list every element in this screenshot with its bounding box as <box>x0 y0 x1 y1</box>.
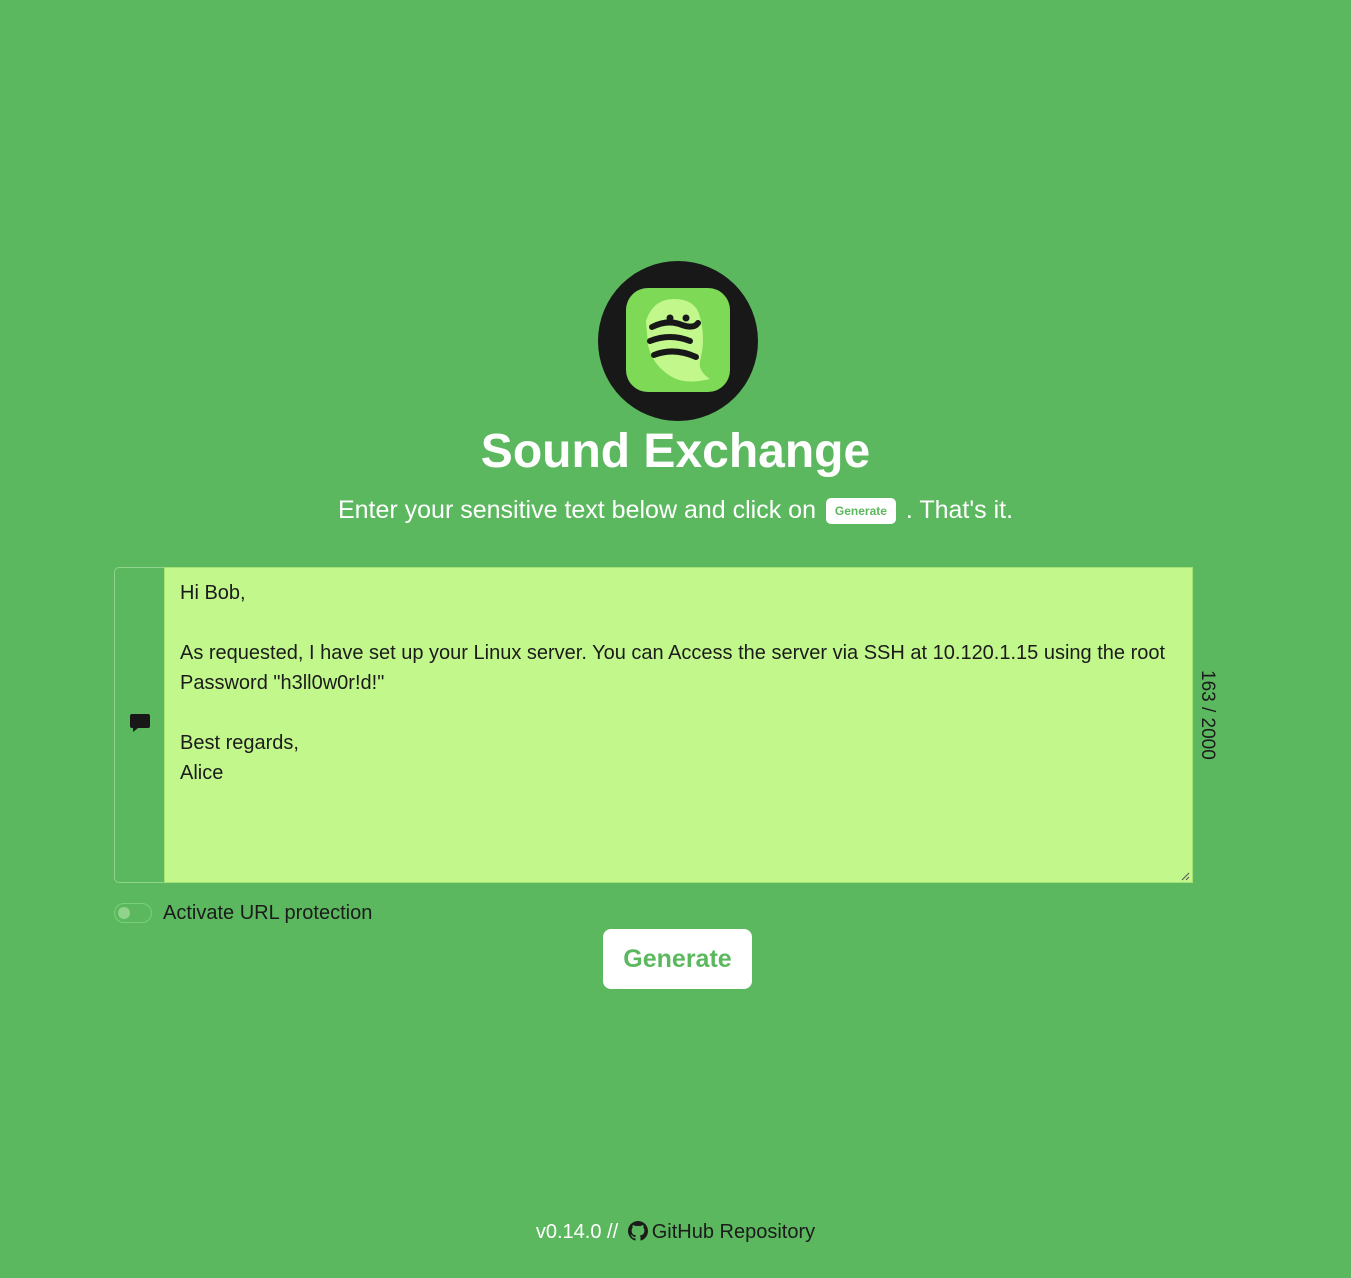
page-title: Sound Exchange <box>480 425 871 478</box>
subtitle-tail: . That's it. <box>905 496 1014 524</box>
snake-logo-icon <box>598 261 758 421</box>
url-protection-label[interactable]: Activate URL protection <box>163 899 372 927</box>
github-icon <box>627 1221 648 1249</box>
subtitle-text: Enter your sensitive text below and clic… <box>337 496 816 524</box>
subtitle: Enter your sensitive text below and clic… <box>0 494 1351 526</box>
editor-addon <box>114 567 164 883</box>
footer-separator: // <box>607 1221 619 1243</box>
url-protection-row: Activate URL protection <box>114 899 372 927</box>
generate-hint-badge: Generate <box>825 498 896 524</box>
toggle-knob <box>118 907 130 919</box>
message-textarea[interactable]: Hi Bob, As requested, I have set up your… <box>164 567 1193 883</box>
resize-grip-icon[interactable] <box>1180 871 1190 881</box>
character-counter: 163 / 2000 <box>1197 670 1218 760</box>
comment-icon <box>129 712 151 738</box>
github-link[interactable]: GitHub Repository <box>624 1221 815 1243</box>
generate-button[interactable]: Generate <box>603 929 752 989</box>
url-protection-toggle[interactable] <box>114 903 152 923</box>
message-editor: Hi Bob, As requested, I have set up your… <box>114 567 1193 883</box>
footer: v0.14.0 // GitHub Repository <box>0 1218 1351 1249</box>
github-link-label: GitHub Repository <box>651 1221 816 1243</box>
page: Sound Exchange Enter your sensitive text… <box>0 0 1351 1278</box>
version-label: v0.14.0 <box>535 1221 602 1243</box>
